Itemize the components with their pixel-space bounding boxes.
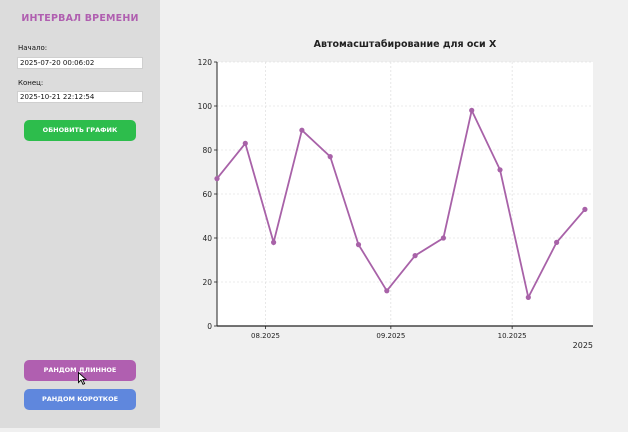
data-point [497,167,503,173]
data-point [384,288,390,294]
x-offset-label: 2025 [573,341,593,350]
data-point [469,107,475,113]
x-tick-label: 09.2025 [376,332,405,340]
y-tick-label: 60 [202,190,212,199]
data-point [582,206,588,212]
x-tick-label: 08.2025 [251,332,280,340]
data-point [525,294,531,300]
y-tick-label: 0 [207,322,212,331]
start-input[interactable]: 2025-07-20 00:06:02 [17,57,143,69]
data-point [271,239,277,245]
data-point [327,154,333,160]
data-point [242,140,248,146]
random-short-button[interactable]: РАНДОМ КОРОТКОЕ [24,389,136,410]
update-chart-button[interactable]: ОБНОВИТЬ ГРАФИК [24,120,136,141]
chart-title: Автомасштабирование для оси X [314,39,497,50]
end-input[interactable]: 2025-10-21 22:12:54 [17,91,143,103]
y-tick-label: 80 [202,146,212,155]
data-point [440,235,447,241]
y-tick-label: 20 [202,278,212,287]
data-point [214,176,220,182]
sidebar-title: ИНТЕРВАЛ ВРЕМЕНИ [21,13,139,24]
sidebar: ИНТЕРВАЛ ВРЕМЕНИ Начало: 2025-07-20 00:0… [0,0,160,428]
mouse-cursor-icon [78,372,87,385]
data-point [299,127,305,133]
end-label: Конец: [18,79,44,87]
y-tick-label: 40 [202,234,212,243]
start-label: Начало: [18,44,48,52]
y-tick-label: 120 [198,58,213,67]
data-point [412,253,418,259]
data-point [355,242,362,248]
chart-panel: Автомасштабирование для оси X 0 20 40 60 80 1… [160,0,628,428]
x-tick-label: 10.2025 [498,332,527,340]
data-point [554,239,560,245]
line-chart: Автомасштабирование для оси X 0 20 40 60 80 1… [198,39,593,350]
y-tick-label: 100 [198,102,213,111]
